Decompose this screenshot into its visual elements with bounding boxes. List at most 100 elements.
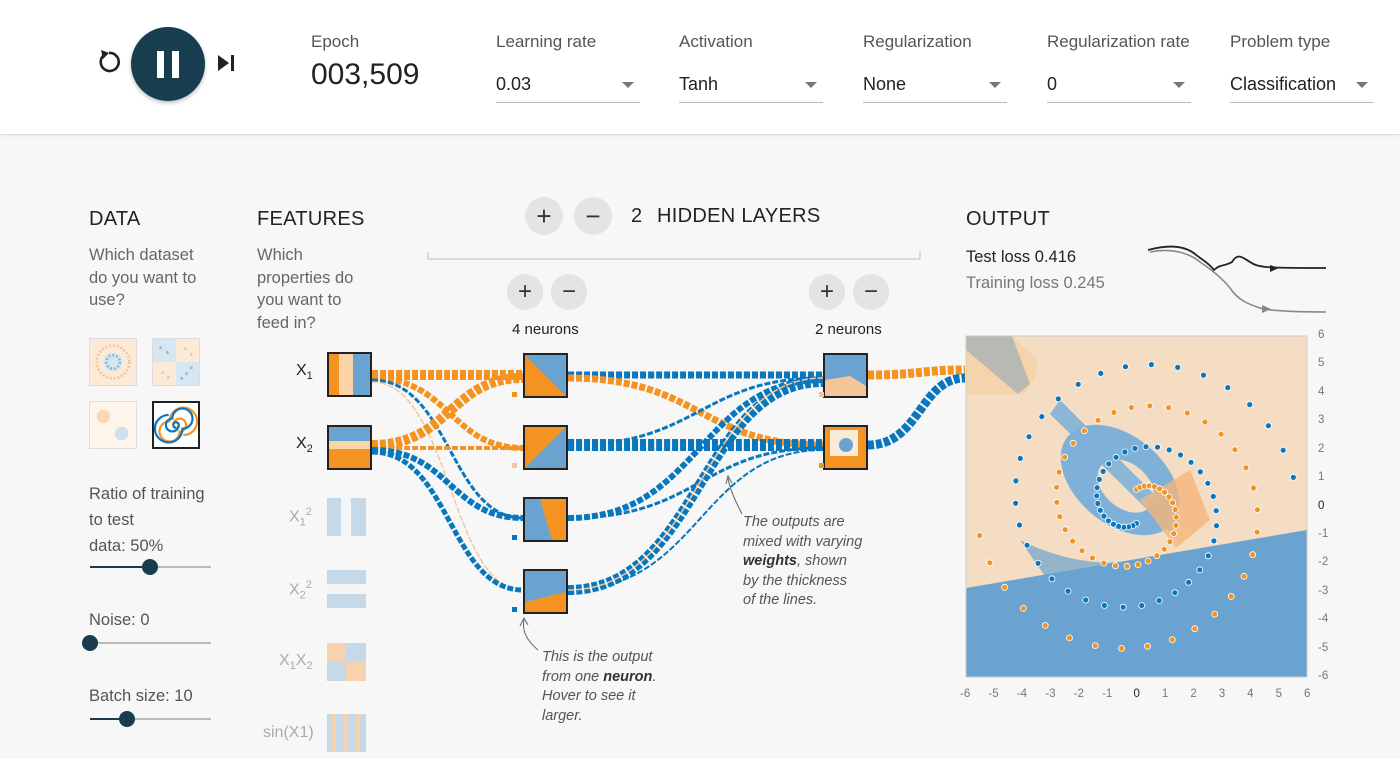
y-tick-label: 2 — [1318, 442, 1325, 455]
layer1-neuron-1[interactable] — [523, 353, 568, 398]
data-point — [1253, 528, 1261, 536]
feature-x1x2-node[interactable] — [327, 643, 366, 681]
data-point — [1093, 492, 1101, 500]
y-tick-label: 0 — [1318, 499, 1325, 512]
layer1-neuron-3[interactable] — [523, 497, 568, 542]
data-point — [1069, 537, 1077, 545]
data-point — [1146, 402, 1154, 410]
data-point — [1056, 513, 1064, 520]
x-tick-label: 6 — [1304, 688, 1311, 700]
data-point — [1265, 422, 1272, 430]
data-point — [1177, 451, 1184, 459]
data-point — [1134, 561, 1142, 568]
data-point — [1093, 484, 1101, 492]
loss-sparkline — [1147, 245, 1327, 313]
data-point — [1091, 642, 1099, 649]
data-point — [1016, 521, 1023, 529]
data-point — [1094, 500, 1102, 507]
data-point — [1196, 468, 1204, 476]
data-point — [1201, 418, 1209, 426]
weights-note: The outputs are mixed with varying weigh… — [743, 514, 863, 608]
data-point — [1034, 559, 1042, 567]
data-point — [1112, 562, 1119, 570]
training-loss: Training loss 0.245 — [966, 274, 1105, 292]
data-point — [1082, 596, 1090, 604]
feature-x2-squared-node[interactable] — [327, 570, 366, 608]
x-tick-label: 0 — [1133, 688, 1140, 700]
test-loss: Test loss 0.416 — [966, 248, 1077, 266]
data-point — [1204, 479, 1212, 487]
data-point — [1041, 622, 1049, 629]
data-point — [1165, 446, 1173, 454]
data-point — [1121, 448, 1129, 456]
data-point — [1183, 409, 1191, 417]
data-point — [1066, 634, 1073, 642]
x-tick-label: -2 — [1073, 688, 1084, 700]
data-point — [1240, 572, 1248, 580]
data-point — [1019, 605, 1027, 612]
data-point — [1250, 484, 1257, 492]
data-point — [1127, 404, 1135, 411]
output-heading: OUTPUT — [966, 208, 1051, 230]
data-point — [1119, 603, 1127, 611]
data-point — [1100, 559, 1108, 567]
layer2-neuron-2[interactable] — [823, 425, 868, 470]
layer1-neuron-4[interactable] — [523, 569, 568, 614]
data-point — [1097, 369, 1105, 377]
feature-sin-x1-node[interactable] — [327, 714, 366, 752]
layer2-neuron-1[interactable] — [823, 353, 868, 398]
y-tick-label: 1 — [1318, 471, 1325, 484]
y-tick-label: -4 — [1318, 613, 1329, 626]
data-point — [1142, 443, 1150, 451]
data-point — [1055, 468, 1063, 476]
x-tick-label: 1 — [1161, 688, 1169, 700]
y-tick-label: -5 — [1318, 641, 1329, 654]
data-point — [1165, 493, 1173, 501]
data-point — [986, 559, 994, 567]
data-point — [1171, 506, 1179, 513]
x-tick-label: 2 — [1190, 688, 1197, 700]
data-point — [1100, 512, 1108, 520]
data-point — [1053, 483, 1060, 491]
data-point — [1212, 507, 1220, 515]
data-point — [1081, 427, 1088, 435]
data-point — [1138, 602, 1146, 609]
data-point — [1161, 488, 1168, 496]
x-tick-label: -1 — [1102, 688, 1113, 700]
data-point — [1054, 395, 1062, 403]
data-point — [1169, 499, 1177, 507]
data-point — [1224, 384, 1232, 392]
data-point — [1160, 545, 1168, 553]
hidden-layers-bracket — [427, 252, 921, 260]
data-point — [1096, 506, 1104, 514]
feature-x1-squared-node[interactable] — [327, 498, 366, 536]
data-point — [1213, 522, 1220, 530]
data-point — [1172, 513, 1180, 521]
feature-x2-node[interactable] — [327, 425, 372, 470]
neuron-note-arrow — [523, 619, 539, 651]
x-tick-label: -5 — [988, 688, 999, 700]
y-tick-label: -6 — [1318, 670, 1329, 682]
data-point — [1200, 371, 1207, 379]
data-point — [1038, 413, 1046, 421]
data-point — [1078, 547, 1086, 555]
data-point — [1061, 453, 1069, 461]
network-diagram — [327, 245, 1327, 752]
y-tick-label: -3 — [1318, 584, 1329, 597]
feature-x1-node[interactable] — [327, 352, 372, 397]
neuron-note: This is the output from one neuron. Hove… — [542, 649, 657, 724]
data-point — [1122, 363, 1129, 371]
data-point — [1016, 454, 1024, 462]
output-heatmap — [965, 335, 1308, 678]
layer1-neuron-2[interactable] — [523, 425, 568, 470]
data-point — [1095, 475, 1103, 483]
data-point — [1144, 557, 1152, 565]
data-point — [1231, 446, 1239, 454]
y-tick-label: 3 — [1318, 414, 1325, 427]
data-point — [1210, 537, 1218, 545]
data-point — [1170, 530, 1178, 537]
data-point — [1023, 541, 1031, 549]
data-point — [1012, 477, 1020, 485]
data-point — [1171, 589, 1179, 597]
data-point — [1155, 597, 1163, 604]
